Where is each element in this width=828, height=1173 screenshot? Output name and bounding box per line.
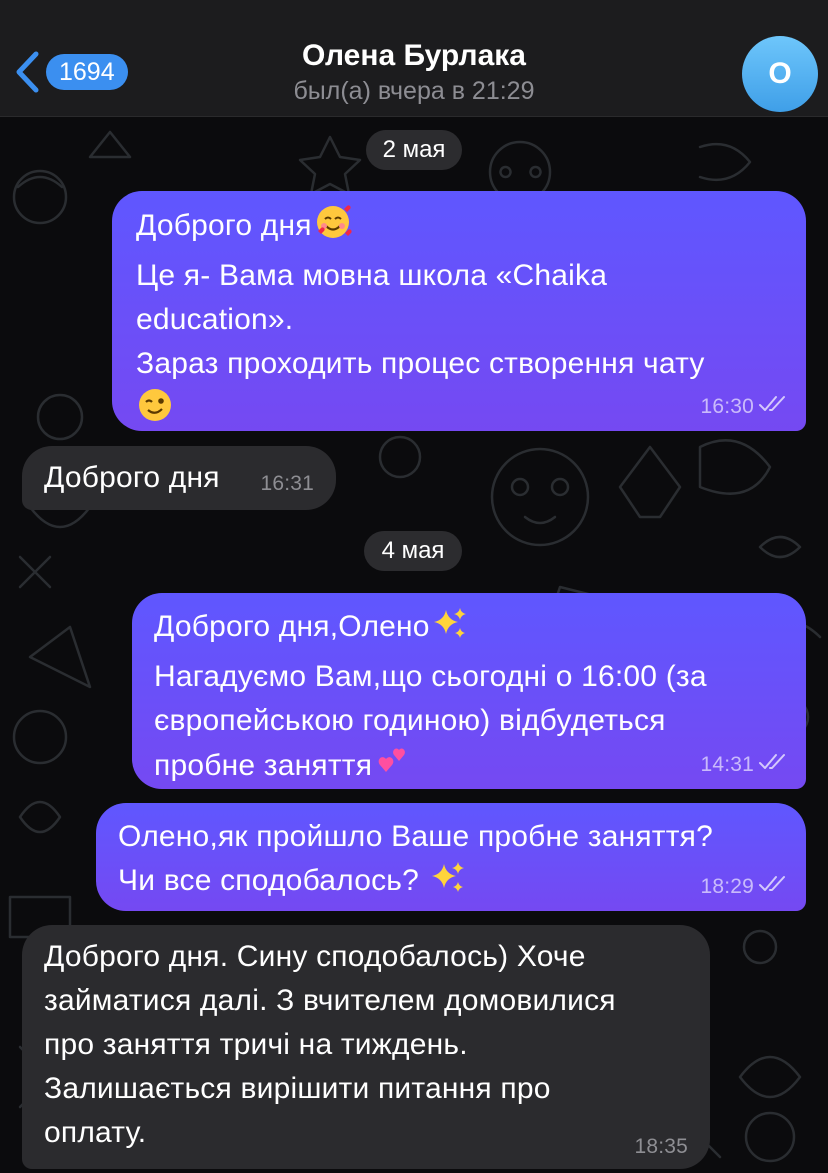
message-text: Залишається вирішити питання про [44,1072,551,1105]
message-meta: 18:29 [700,875,788,899]
message-meta: 18:35 [634,1135,688,1159]
message-text: пробне заняття [154,749,373,782]
message-text: Чи все сподобалось? [118,864,419,897]
message-text: Доброго дня. Сину сподобалось) Хоче [44,940,586,973]
message-text: Нагадуємо Вам,що сьогодні о 16:00 (за [154,660,707,693]
message-meta: 16:30 [700,395,788,419]
message-text: Доброго дня [136,209,312,242]
message-time: 16:30 [700,395,754,418]
message-text: європейською годиною) відбудеться [154,704,666,737]
chat-header: 1694 Олена Бурлака был(а) вчера в 21:29 … [0,0,828,117]
contact-name: Олена Бурлака [302,39,526,72]
message-text: займатися далі. З вчителем домовилися [44,984,616,1017]
date-separator: 4 мая [364,531,462,571]
outgoing-message[interactable]: Олено,як пройшло Ваше пробне заняття? Чи… [96,803,806,911]
telegram-chat-screen: 1694 Олена Бурлака был(а) вчера в 21:29 … [0,0,828,1173]
message-list[interactable]: 2 мая Доброго дня Це я- Вама мовна школа… [0,117,828,1173]
message-text: оплату. [44,1116,147,1149]
sparkles-icon [430,860,466,909]
message-meta: 16:31 [260,472,314,496]
double-check-icon [758,875,788,899]
chevron-left-icon [14,50,40,94]
double-check-icon [758,753,788,777]
two-hearts-icon [374,743,412,794]
chat-title-block[interactable]: Олена Бурлака был(а) вчера в 21:29 [180,38,648,108]
sparkles-icon [432,606,468,655]
date-separator: 2 мая [366,130,462,170]
outgoing-message[interactable]: Доброго дня Це я- Вама мовна школа «Chai… [112,191,806,431]
last-seen-status: был(а) вчера в 21:29 [293,77,535,105]
incoming-message[interactable]: Доброго дня 16:31 [22,446,336,510]
outgoing-message[interactable]: Доброго дня,Олено Нагадуємо Вам,що сього… [132,593,806,789]
unread-count-badge: 1694 [46,54,128,90]
avatar[interactable]: О [742,36,818,112]
message-text: education». [136,303,294,336]
message-text: Доброго дня,Олено [154,610,430,643]
message-time: 14:31 [700,753,754,776]
message-meta: 14:31 [700,753,788,777]
message-text: Зараз проходить процес створення чату [136,347,705,380]
message-text: про заняття тричі на тиждень. [44,1028,468,1061]
smiling-face-with-hearts-icon [314,203,352,254]
message-text: Олено,як пройшло Ваше пробне заняття? [118,820,714,853]
incoming-message[interactable]: Доброго дня. Сину сподобалось) Хоче займ… [22,925,710,1169]
double-check-icon [758,395,788,419]
message-time: 18:29 [700,875,754,898]
message-time: 18:35 [634,1135,688,1158]
message-text: Це я- Вама мовна школа «Chaika [136,259,608,292]
winking-face-icon [136,386,174,437]
back-button[interactable]: 1694 [14,50,128,94]
message-time: 16:31 [260,472,314,495]
